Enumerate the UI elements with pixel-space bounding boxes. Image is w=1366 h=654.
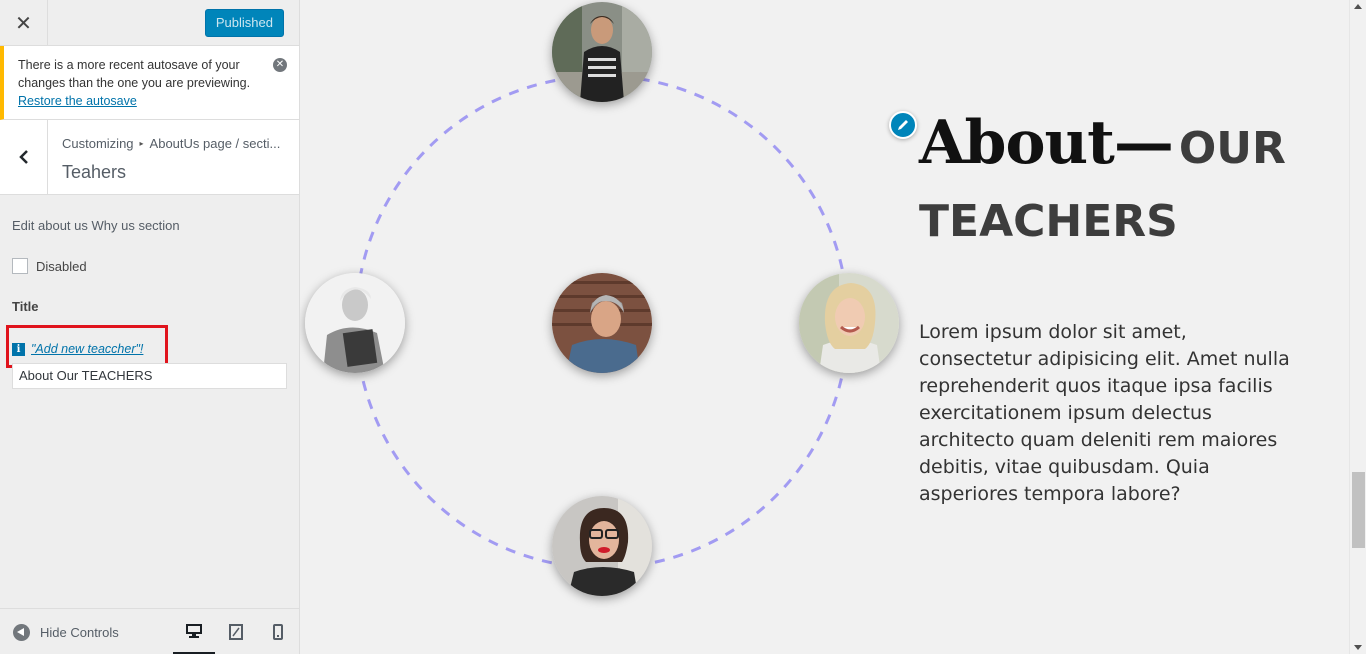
section-description: Edit about us Why us section: [12, 218, 180, 233]
preview-desktop-button[interactable]: [173, 609, 215, 654]
title-label: Title: [12, 299, 39, 314]
customizer-sidebar: ✕ Published There is a more recent autos…: [0, 0, 300, 654]
mobile-icon: [273, 624, 283, 640]
section-header: Customizing ▸ AboutUs page / secti... Teah…: [0, 120, 299, 195]
page-scrollbar[interactable]: [1349, 0, 1366, 654]
back-icon: [18, 150, 28, 164]
info-icon: i: [12, 342, 25, 356]
hide-controls-icon: [13, 624, 30, 641]
dismiss-icon[interactable]: ✕: [273, 58, 287, 72]
heading-about: About—: [919, 108, 1174, 178]
disabled-label: Disabled: [36, 258, 87, 274]
add-teacher-row: i "Add new teaccher"!: [12, 342, 143, 356]
teacher-avatar[interactable]: [552, 496, 652, 596]
heading-teachers: TEACHERS: [919, 196, 1178, 247]
edit-pencil-icon: [898, 120, 908, 130]
heading-our: OUR: [1178, 123, 1286, 174]
about-body-text: Lorem ipsum dolor sit amet, consectetur …: [919, 321, 1290, 505]
add-new-teacher-link[interactable]: "Add new teaccher"!: [31, 342, 143, 356]
customizer-header: ✕ Published: [0, 0, 299, 46]
section-controls: Edit about us Why us section Disabled Ti…: [6, 218, 288, 389]
breadcrumb-root: Customizing: [62, 136, 134, 151]
back-button[interactable]: [0, 120, 48, 194]
autosave-message: There is a more recent autosave of your …: [18, 58, 251, 90]
scroll-down-arrow-icon[interactable]: [1354, 645, 1362, 650]
restore-autosave-link[interactable]: Restore the autosave: [18, 94, 137, 108]
scroll-up-arrow-icon[interactable]: [1354, 4, 1362, 9]
site-preview: About— OUR TEACHERS Lorem ipsum dolor sit…: [300, 0, 1349, 654]
teacher-avatar[interactable]: [552, 273, 652, 373]
breadcrumb-current: AboutUs page / secti...: [149, 136, 281, 151]
hide-controls-button[interactable]: Hide Controls: [13, 624, 119, 641]
preview-mobile-button[interactable]: [257, 609, 299, 654]
published-button[interactable]: Published: [204, 9, 284, 37]
section-title: Teahers: [62, 162, 127, 182]
title-input[interactable]: About Our TEACHERS: [12, 363, 287, 389]
hide-controls-label: Hide Controls: [40, 625, 119, 640]
scroll-thumb[interactable]: [1352, 472, 1365, 548]
teacher-avatar[interactable]: [552, 2, 652, 102]
disabled-checkbox[interactable]: [12, 258, 28, 274]
tablet-icon: [229, 624, 243, 640]
desktop-icon: [186, 623, 202, 638]
breadcrumb: Customizing ▸ AboutUs page / secti...: [62, 136, 290, 151]
preview-tablet-button[interactable]: [215, 609, 257, 654]
teacher-avatar[interactable]: [305, 273, 405, 373]
breadcrumb-separator: ▸: [139, 139, 144, 148]
close-icon: ✕: [15, 11, 32, 35]
edit-shortcut-button[interactable]: [889, 111, 917, 139]
close-customizer-button[interactable]: ✕: [0, 0, 48, 46]
about-heading: About— OUR: [919, 108, 1339, 178]
teacher-avatar[interactable]: [799, 273, 899, 373]
disabled-control: Disabled: [12, 258, 87, 274]
autosave-notice: There is a more recent autosave of your …: [0, 46, 299, 120]
customizer-footer: Hide Controls: [0, 608, 299, 654]
